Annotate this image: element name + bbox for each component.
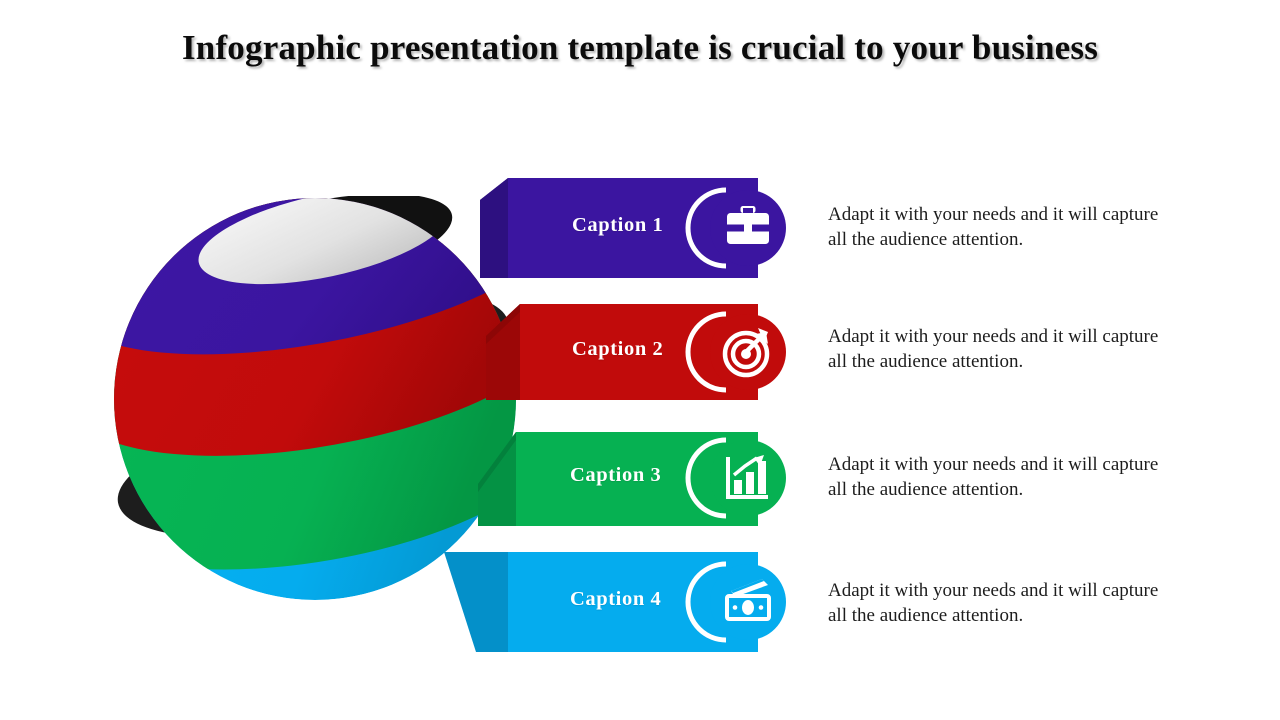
description-4: Adapt it with your needs and it will cap… — [828, 580, 1159, 626]
slide-canvas: Infographic presentation template is cru… — [0, 0, 1280, 720]
banner-4-tail — [444, 552, 508, 652]
banner-4[interactable] — [430, 552, 830, 672]
description-1: Adapt it with your needs and it will cap… — [828, 204, 1159, 250]
banner-1[interactable] — [430, 178, 830, 298]
banner-2-tail — [486, 304, 520, 400]
caption-3-label: Caption 3 — [570, 464, 662, 486]
description-2: Adapt it with your needs and it will cap… — [828, 326, 1159, 372]
description-3: Adapt it with your needs and it will cap… — [828, 454, 1159, 500]
caption-1-label: Caption 1 — [572, 214, 664, 236]
caption-4-label: Caption 4 — [570, 588, 662, 610]
caption-2-label: Caption 2 — [572, 338, 664, 360]
page-title: Infographic presentation template is cru… — [181, 28, 1099, 67]
